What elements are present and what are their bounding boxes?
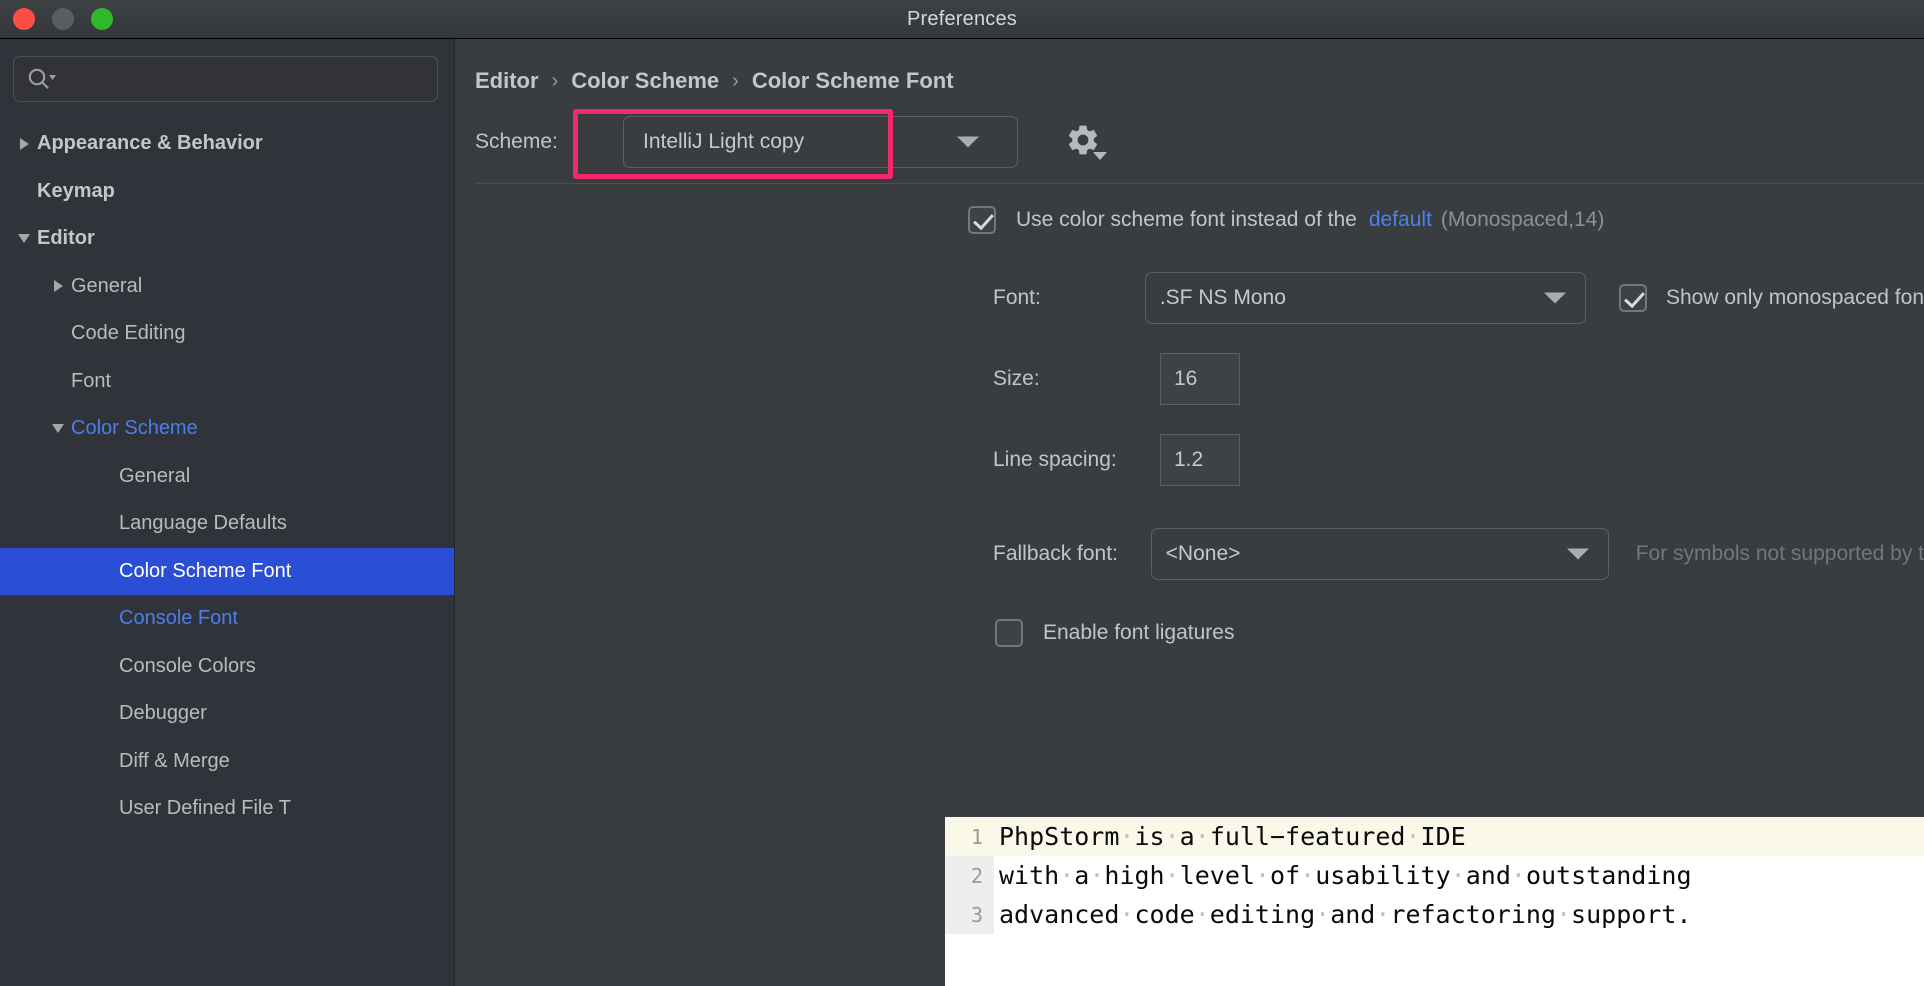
window-title: Preferences [906,7,1018,30]
font-label: Font: [993,286,1041,309]
chevron-right-icon[interactable] [11,137,37,150]
sidebar-item-console-font[interactable]: Console Font [0,595,454,643]
sidebar-item-label: Keymap [37,179,115,202]
sidebar-item-label: User Defined File T [119,797,291,820]
line-spacing-value: 1.2 [1174,448,1204,471]
window-body: Appearance & Behavior Keymap Editor Gene… [0,39,1924,986]
breadcrumb-item-color-scheme-font: Color Scheme Font [751,68,954,93]
chevron-down-icon[interactable] [957,136,979,148]
fallback-font-label: Fallback font: [993,542,1118,565]
sidebar-item-user-defined-file-types[interactable]: User Defined File T [0,785,454,833]
default-font-description: (Monospaced,14) [1440,208,1605,231]
sidebar-item-label: Code Editing [71,322,186,345]
settings-tree: Appearance & Behavior Keymap Editor Gene… [0,114,454,986]
sidebar-item-label: Diff & Merge [119,749,230,772]
sidebar-item-code-editing[interactable]: Code Editing [0,310,454,358]
show-only-monospaced-checkbox[interactable] [1619,284,1647,312]
sidebar-item-label: Appearance & Behavior [37,132,263,155]
chevron-right-icon[interactable] [45,280,71,293]
show-only-monospaced-row: Show only monospaced fon [1619,284,1924,312]
sidebar-item-label: General [119,464,191,487]
preview-line-text: PhpStorm·is·a·full−featured·IDE [999,822,1466,851]
scheme-settings-button[interactable] [1063,122,1107,162]
preview-line: 2 with·a·high·level·of·usability·and·out… [945,856,1924,895]
font-dropdown[interactable]: .SF NS Mono [1144,272,1586,324]
sidebar-item-language-defaults[interactable]: Language Defaults [0,500,454,548]
sidebar-item-label: Editor [37,227,95,250]
sidebar-item-color-scheme[interactable]: Color Scheme [0,405,454,453]
size-value: 16 [1174,367,1198,390]
preview-line-text: with·a·high·level·of·usability·and·outst… [999,861,1692,890]
settings-sidebar: Appearance & Behavior Keymap Editor Gene… [0,39,455,986]
preview-line-text: advanced·code·editing·and·refactoring·su… [999,900,1692,929]
sidebar-item-label: Console Colors [119,654,256,677]
sidebar-item-color-scheme-general[interactable]: General [0,453,454,501]
line-spacing-row: Line spacing: 1.2 [455,434,1924,486]
search-box[interactable] [13,56,438,102]
size-row: Size: 16 [455,353,1924,405]
scheme-dropdown[interactable]: IntelliJ Light copy [623,116,1018,168]
enable-font-ligatures-label: Enable font ligatures [1043,621,1235,644]
chevron-down-icon[interactable] [1566,548,1589,560]
line-spacing-label: Line spacing: [993,448,1117,471]
search-icon [26,67,56,91]
chevron-down-icon[interactable] [1544,292,1566,304]
chevron-down-icon[interactable] [45,424,71,434]
scheme-value: IntelliJ Light copy [643,130,805,153]
title-bar: Preferences [0,0,1924,39]
sidebar-item-diff-merge[interactable]: Diff & Merge [0,738,454,786]
sidebar-item-label: Color Scheme [71,417,198,440]
line-spacing-input[interactable]: 1.2 [1160,434,1240,486]
settings-main-panel: Editor › Color Scheme › Color Scheme Fon… [455,39,1924,986]
font-settings-form: Use color scheme font instead of the def… [455,184,1924,986]
breadcrumb-item-color-scheme[interactable]: Color Scheme [571,68,719,94]
search-input[interactable] [56,69,425,89]
preview-line: 1 PhpStorm·is·a·full−featured·IDE [945,817,1924,856]
line-number: 1 [945,817,994,856]
fallback-font-dropdown[interactable]: <None> [1150,528,1609,580]
font-preview-editor[interactable]: 1 PhpStorm·is·a·full−featured·IDE 2 with… [945,817,1924,986]
ligatures-row: Enable font ligatures [455,619,1924,647]
line-number: 2 [945,856,994,895]
sidebar-item-label: Color Scheme Font [119,559,292,582]
sidebar-item-label: Font [71,369,112,392]
fallback-font-row: Fallback font: <None> For symbols not su… [455,528,1924,580]
sidebar-item-appearance-behavior[interactable]: Appearance & Behavior [0,120,454,168]
sidebar-item-editor[interactable]: Editor [0,215,454,263]
scheme-label: Scheme: [475,130,558,153]
breadcrumb: Editor › Color Scheme › Color Scheme Fon… [455,39,1924,101]
sidebar-item-label: Language Defaults [119,512,287,535]
chevron-down-icon[interactable] [1093,152,1107,160]
show-only-monospaced-label: Show only monospaced fon [1666,286,1924,309]
breadcrumb-separator-icon: › [551,69,559,92]
search-container [0,39,454,114]
fallback-font-hint: For symbols not supported by t [1635,542,1924,565]
sidebar-item-keymap[interactable]: Keymap [0,168,454,216]
font-value: .SF NS Mono [1159,286,1286,309]
sidebar-item-debugger[interactable]: Debugger [0,690,454,738]
sidebar-item-label: Debugger [119,702,207,725]
sidebar-item-console-colors[interactable]: Console Colors [0,643,454,691]
scheme-row: Scheme: IntelliJ Light copy [455,101,1924,183]
breadcrumb-separator-icon: › [732,69,739,92]
sidebar-item-label: General [71,274,143,297]
use-scheme-font-label: Use color scheme font instead of the [1016,208,1357,231]
fallback-font-value: <None> [1165,542,1241,565]
sidebar-item-label: Console Font [119,607,238,630]
use-scheme-font-checkbox[interactable] [968,206,996,234]
breadcrumb-item-editor[interactable]: Editor [475,68,539,94]
preview-line: 3 advanced·code·editing·and·refactoring·… [945,895,1924,934]
default-font-link[interactable]: default [1369,208,1432,232]
sidebar-item-color-scheme-font[interactable]: Color Scheme Font [0,547,454,595]
use-scheme-font-row: Use color scheme font instead of the def… [455,184,1924,234]
size-input[interactable]: 16 [1160,353,1240,405]
sidebar-item-general[interactable]: General [0,263,454,311]
line-number: 3 [945,895,994,934]
size-label: Size: [993,367,1040,390]
preferences-window: Preferences Appearance & Behavior Keymap… [0,0,1924,986]
sidebar-item-font[interactable]: Font [0,358,454,406]
chevron-down-icon[interactable] [11,234,37,244]
enable-font-ligatures-checkbox[interactable] [995,619,1023,647]
font-row: Font: .SF NS Mono Show only monospaced f… [455,234,1924,324]
